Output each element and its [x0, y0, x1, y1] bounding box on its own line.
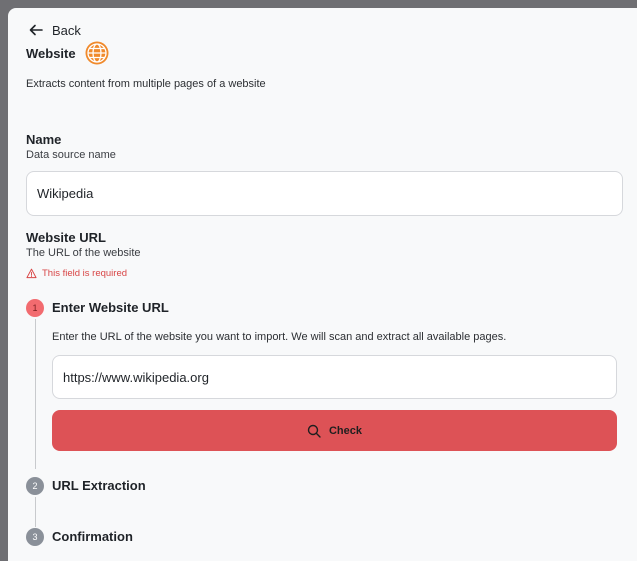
step-3-number: 3	[26, 528, 44, 546]
step-3-label: Confirmation	[52, 529, 133, 544]
page-description: Extracts content from multiple pages of …	[26, 78, 266, 90]
error-message: This field is required	[26, 268, 127, 279]
name-sublabel: Data source name	[26, 149, 116, 161]
header: Website	[26, 40, 110, 66]
back-button[interactable]: Back	[28, 22, 81, 38]
warning-triangle-icon	[26, 268, 37, 279]
check-button[interactable]: Check	[52, 410, 617, 451]
step-2-label: URL Extraction	[52, 478, 146, 493]
website-url-input[interactable]: https://www.wikipedia.org	[52, 355, 617, 399]
page-title: Website	[26, 45, 76, 61]
globe-icon	[85, 41, 109, 65]
side-panel: Back Website Extracts content from multi…	[8, 8, 637, 561]
step-1-description: Enter the URL of the website you want to…	[52, 331, 507, 343]
website-url-label: Website URL	[26, 230, 106, 245]
step-1-number: 1	[26, 299, 44, 317]
error-text: This field is required	[42, 268, 128, 279]
name-label: Name	[26, 132, 62, 147]
step-connector-1	[35, 319, 36, 469]
back-label: Back	[52, 22, 81, 38]
step-1-label: Enter Website URL	[52, 300, 169, 315]
search-icon	[307, 424, 321, 438]
check-button-label: Check	[328, 424, 363, 437]
step-2-number: 2	[26, 477, 44, 495]
step-connector-2	[35, 497, 36, 527]
arrow-left-icon	[29, 24, 43, 36]
name-input[interactable]: Wikipedia	[26, 171, 623, 216]
website-url-sublabel: The URL of the website	[26, 247, 141, 259]
